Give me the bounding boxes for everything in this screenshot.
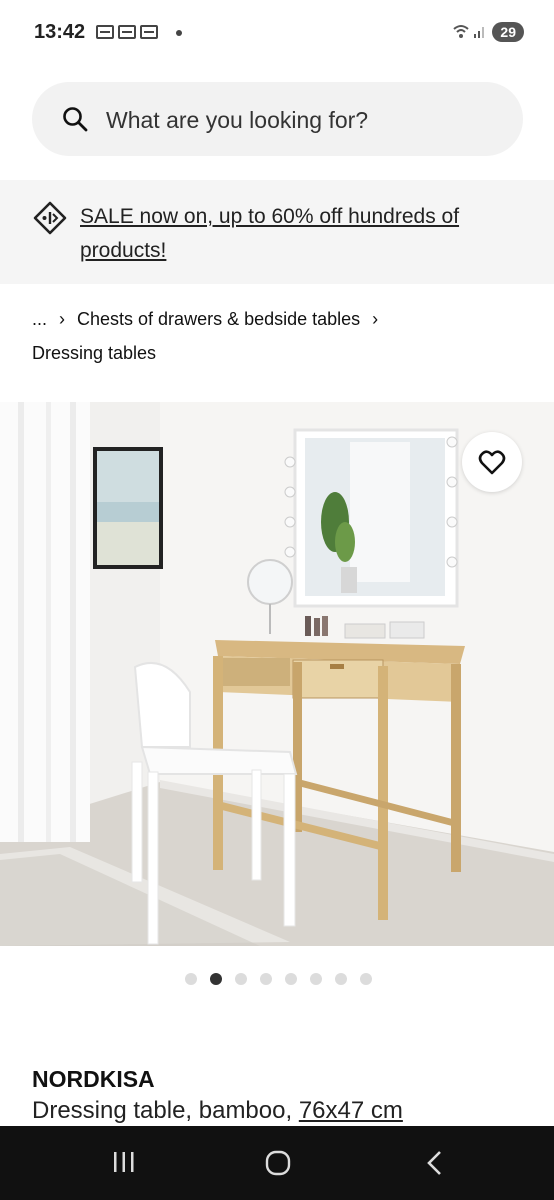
carousel-dot[interactable] [310,973,322,985]
sale-banner[interactable]: SALE now on, up to 60% off hundreds of p… [0,180,554,284]
carousel-dot[interactable] [285,973,297,985]
sale-banner-link[interactable]: SALE now on, up to 60% off hundreds of p… [80,200,520,268]
carousel-dot[interactable] [235,973,247,985]
notification-icon [96,25,114,39]
carousel-indicator [185,973,372,985]
breadcrumb-parent[interactable]: Chests of drawers & bedside tables [77,309,360,329]
back-icon[interactable] [424,1150,444,1176]
favorite-button[interactable] [462,432,522,492]
carousel-dot[interactable] [335,973,347,985]
carousel-dot[interactable] [360,973,372,985]
breadcrumb-ellipsis[interactable]: ... [32,309,47,329]
price-tag-icon [33,201,67,235]
status-bar: 13:42 29 [0,0,554,66]
product-name: NORDKISA [32,1066,155,1092]
system-navigation-bar [0,1126,554,1200]
recent-apps-icon[interactable] [112,1150,136,1174]
product-size-link[interactable]: 76x47 cm [299,1097,403,1124]
status-time: 13:42 [34,21,86,43]
battery-indicator: 29 [492,22,524,42]
search-input[interactable] [104,100,508,140]
carousel-dot[interactable] [260,973,272,985]
breadcrumb-current[interactable]: Dressing tables [32,343,156,363]
more-notifications-icon [176,30,182,36]
carousel-dot-active[interactable] [210,973,222,985]
wifi-signal-icon [452,23,486,42]
notification-icon [118,25,136,39]
search-bar[interactable] [32,82,523,156]
home-icon[interactable] [265,1150,291,1176]
chevron-right-icon: › [372,309,379,329]
notification-icon [140,25,158,39]
carousel-dot[interactable] [185,973,197,985]
product-description: Dressing table, bamboo, 76x47 cm [32,1097,403,1125]
chevron-right-icon: › [59,309,66,329]
search-icon [63,107,88,132]
heart-icon [478,450,506,475]
breadcrumb: ... › Chests of drawers & bedside tables › … [32,302,512,370]
product-type: Dressing table, bamboo, [32,1097,299,1124]
notification-icons [96,25,158,39]
